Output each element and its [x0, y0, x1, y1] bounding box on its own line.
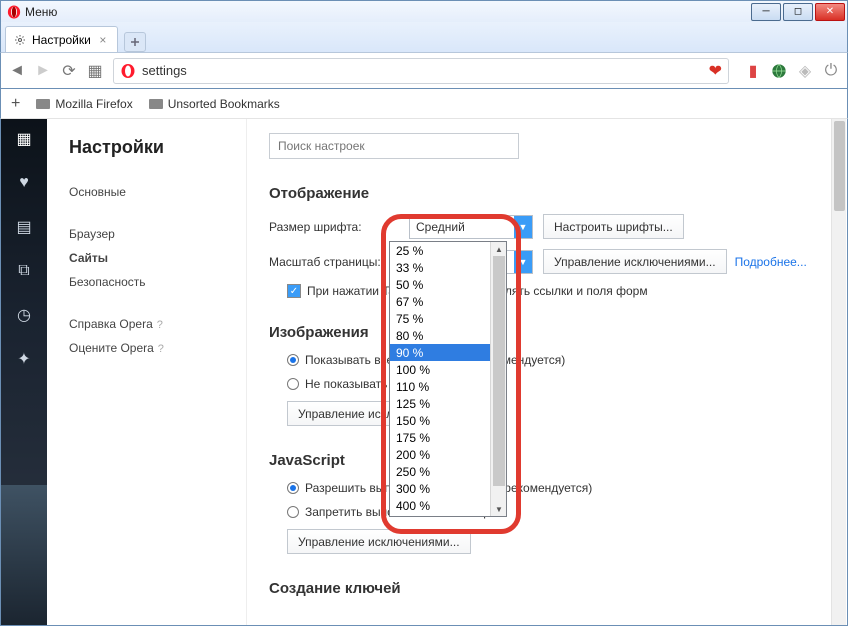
- configure-fonts-button[interactable]: Настроить шрифты...: [543, 214, 684, 239]
- toolbar: ◄ ► ⟳ ▦ ❤ ▮ ◈ ⏻: [0, 52, 848, 89]
- section-images: Изображения: [269, 324, 825, 341]
- settings-main: Отображение Размер шрифта: Средний ▼ Нас…: [247, 119, 847, 625]
- settings-search-input[interactable]: [269, 133, 519, 159]
- opera-logo-icon: [7, 5, 21, 19]
- nav-basic[interactable]: Основные: [69, 180, 234, 204]
- maximize-button[interactable]: ◻: [783, 3, 813, 21]
- help-icon: ?: [158, 343, 164, 355]
- chevron-down-icon: ▼: [514, 251, 532, 273]
- scroll-down-icon[interactable]: ▼: [491, 502, 507, 516]
- js-exceptions-button[interactable]: Управление исключениями...: [287, 529, 471, 554]
- globe-icon[interactable]: [771, 63, 787, 79]
- reload-button[interactable]: ⟳: [61, 63, 77, 79]
- zoom-option[interactable]: 175 %: [390, 429, 506, 446]
- dropdown-scrollbar[interactable]: ▲ ▼: [490, 242, 506, 516]
- page-scrollbar[interactable]: [831, 119, 846, 625]
- zoom-option[interactable]: 90 %: [390, 344, 506, 361]
- zoom-exceptions-button[interactable]: Управление исключениями...: [543, 249, 727, 274]
- zoom-option[interactable]: 67 %: [390, 293, 506, 310]
- nav-help[interactable]: Справка Opera?: [69, 312, 234, 336]
- new-tab-button[interactable]: [124, 32, 146, 52]
- zoom-option[interactable]: 250 %: [390, 463, 506, 480]
- zoom-option[interactable]: 125 %: [390, 395, 506, 412]
- rail-tabs-icon[interactable]: ⧉: [14, 261, 34, 281]
- speed-dial-button[interactable]: ▦: [87, 63, 103, 79]
- nav-rate[interactable]: Оцените Opera?: [69, 336, 234, 360]
- close-button[interactable]: ✕: [815, 3, 845, 21]
- rail-heart-icon[interactable]: ♥: [14, 173, 34, 193]
- scroll-up-icon[interactable]: ▲: [491, 242, 507, 256]
- folder-icon: [149, 99, 163, 109]
- window-menu-label[interactable]: Меню: [25, 5, 57, 19]
- rail-news-icon[interactable]: ▤: [14, 217, 34, 237]
- zoom-option[interactable]: 50 %: [390, 276, 506, 293]
- help-icon: ?: [157, 319, 163, 331]
- nav-browser[interactable]: Браузер: [69, 222, 234, 246]
- window-titlebar: Меню ─ ◻ ✕: [0, 0, 848, 22]
- bookmark-folder-unsorted[interactable]: Unsorted Bookmarks: [149, 97, 280, 111]
- stash-icon[interactable]: ▮: [745, 63, 761, 79]
- sidebar-rail: ▦ ♥ ▤ ⧉ ◷ ✦: [1, 119, 47, 625]
- zoom-option[interactable]: 150 %: [390, 412, 506, 429]
- zoom-option[interactable]: 80 %: [390, 327, 506, 344]
- zoom-option[interactable]: 75 %: [390, 310, 506, 327]
- minimize-button[interactable]: ─: [751, 3, 781, 21]
- gear-icon: [14, 34, 26, 46]
- page-scroll-thumb[interactable]: [834, 121, 845, 211]
- section-js: JavaScript: [269, 452, 825, 469]
- bookmark-folder-firefox[interactable]: Mozilla Firefox: [36, 97, 132, 111]
- add-bookmark-button[interactable]: +: [11, 95, 20, 113]
- zoom-learn-more-link[interactable]: Подробнее...: [735, 255, 807, 269]
- section-display: Отображение: [269, 185, 825, 202]
- folder-icon: [36, 99, 50, 109]
- tab-close-icon[interactable]: ×: [97, 34, 109, 46]
- font-size-label: Размер шрифта:: [269, 220, 409, 234]
- plus-icon: [130, 37, 140, 47]
- zoom-option[interactable]: 400 %: [390, 497, 506, 514]
- nav-security[interactable]: Безопасность: [69, 270, 234, 294]
- address-bar[interactable]: ❤: [113, 58, 729, 84]
- js-allow-radio[interactable]: [287, 482, 299, 494]
- rail-background: [1, 485, 47, 625]
- zoom-option[interactable]: 110 %: [390, 378, 506, 395]
- bookmarks-bar: + Mozilla Firefox Unsorted Bookmarks: [0, 89, 848, 119]
- page-title: Настройки: [69, 137, 234, 158]
- rail-speed-dial-icon[interactable]: ▦: [14, 129, 34, 149]
- tab-strip: Настройки ×: [0, 22, 848, 52]
- zoom-option[interactable]: 100 %: [390, 361, 506, 378]
- scroll-thumb[interactable]: [493, 256, 505, 486]
- zoom-option[interactable]: 25 %: [390, 242, 506, 259]
- tab-title: Настройки: [32, 33, 91, 47]
- tab-settings[interactable]: Настройки ×: [5, 26, 118, 52]
- zoom-option[interactable]: 300 %: [390, 480, 506, 497]
- content-area: ▦ ♥ ▤ ⧉ ◷ ✦ Настройки Основные Браузер С…: [0, 119, 848, 626]
- downloads-icon[interactable]: ⏻: [823, 63, 839, 79]
- images-show-radio[interactable]: [287, 354, 299, 366]
- chevron-down-icon: ▼: [514, 216, 532, 238]
- back-button[interactable]: ◄: [9, 63, 25, 79]
- zoom-label: Масштаб страницы:: [269, 255, 409, 269]
- tab-highlight-checkbox[interactable]: ✓: [287, 284, 301, 298]
- images-hide-radio[interactable]: [287, 378, 299, 390]
- zoom-dropdown-list[interactable]: ▲ ▼ 25 %33 %50 %67 %75 %80 %90 %100 %110…: [389, 241, 507, 517]
- shield-icon[interactable]: ◈: [797, 63, 813, 79]
- zoom-option[interactable]: 200 %: [390, 446, 506, 463]
- rail-extensions-icon[interactable]: ✦: [14, 349, 34, 369]
- rail-history-icon[interactable]: ◷: [14, 305, 34, 325]
- settings-nav: Настройки Основные Браузер Сайты Безопас…: [47, 119, 247, 625]
- opera-badge-icon: [120, 63, 136, 79]
- nav-sites[interactable]: Сайты: [69, 246, 234, 270]
- bookmark-heart-icon[interactable]: ❤: [709, 61, 722, 81]
- section-keys: Создание ключей: [269, 580, 825, 597]
- zoom-option[interactable]: 33 %: [390, 259, 506, 276]
- font-size-select[interactable]: Средний ▼: [409, 215, 533, 239]
- address-input[interactable]: [142, 63, 703, 78]
- forward-button[interactable]: ►: [35, 63, 51, 79]
- js-deny-radio[interactable]: [287, 506, 299, 518]
